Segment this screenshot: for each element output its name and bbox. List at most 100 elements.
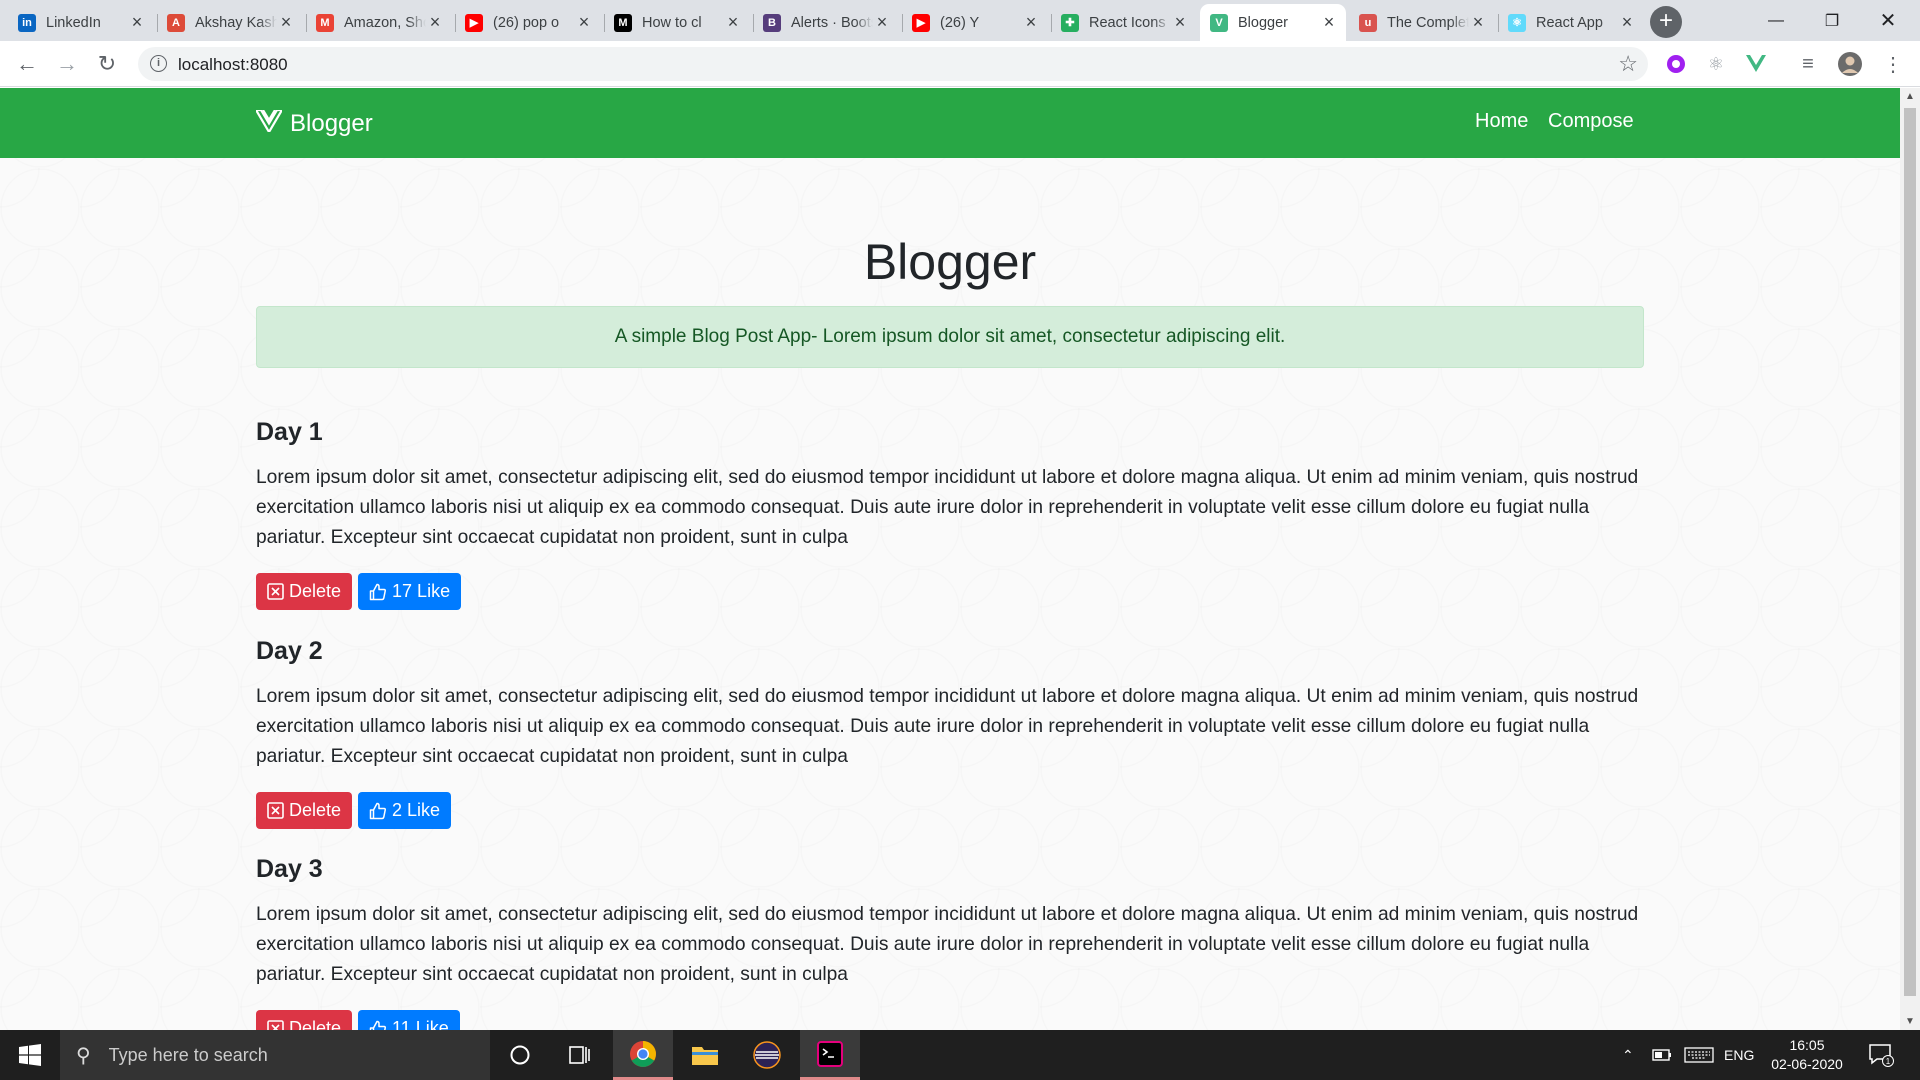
gmail-icon: M — [316, 13, 334, 32]
like-button[interactable]: 11 Like — [358, 1010, 460, 1030]
close-box-icon — [267, 1020, 284, 1030]
thumbs-up-icon — [369, 802, 387, 820]
close-box-icon — [267, 802, 284, 819]
eclipse-icon[interactable] — [737, 1030, 797, 1080]
keyboard-icon[interactable] — [1684, 1030, 1714, 1080]
close-tab-icon[interactable]: × — [1022, 12, 1040, 33]
file-explorer-icon[interactable] — [675, 1030, 735, 1080]
tab-title: React App — [1536, 14, 1603, 31]
close-tab-icon[interactable]: × — [873, 12, 891, 33]
browser-tab[interactable]: V Blogger × — [1200, 4, 1346, 41]
browser-tab[interactable]: ⚛ React App × — [1498, 4, 1644, 41]
profile-avatar[interactable] — [1837, 51, 1863, 77]
close-tab-icon[interactable]: × — [426, 12, 444, 33]
cortana-icon[interactable] — [490, 1030, 550, 1080]
post-body: Lorem ipsum dolor sit amet, consectetur … — [256, 904, 1639, 985]
tab-title: Akshay Kashyap — [195, 14, 277, 31]
nav-compose-link[interactable]: Compose — [1548, 110, 1634, 133]
navbar-brand[interactable]: Blogger — [254, 108, 373, 139]
nav-home-link[interactable]: Home — [1475, 110, 1528, 133]
post-card: Day 2 Lorem ipsum dolor sit amet, consec… — [256, 637, 1644, 829]
system-clock[interactable]: 16:05 02-06-2020 — [1766, 1036, 1848, 1074]
browser-tab[interactable]: ▶ (26) pop o × — [455, 4, 601, 41]
taskbar-search-box[interactable]: ⚲ Type here to search — [60, 1030, 490, 1080]
windows-taskbar: ⚲ Type here to search ⌃ ENG 16:05 02-06-… — [0, 1030, 1920, 1080]
udemy-icon: u — [1359, 13, 1377, 32]
browser-tab[interactable]: M Amazon, Shopping× — [306, 4, 452, 41]
delete-button[interactable]: Delete — [256, 573, 353, 610]
show-hidden-icons-icon[interactable]: ⌃ — [1622, 1030, 1634, 1080]
vue-logo-icon — [254, 108, 284, 139]
close-tab-icon[interactable]: × — [277, 12, 295, 33]
browser-tab[interactable]: in LinkedIn × — [8, 4, 154, 41]
post-card: Day 3 Lorem ipsum dolor sit amet, consec… — [256, 855, 1644, 1030]
react-devtools-icon[interactable]: ⚛ — [1703, 51, 1729, 77]
tab-title: React Icons — [1089, 14, 1166, 31]
thumbs-up-icon — [369, 583, 387, 601]
new-tab-button[interactable]: + — [1650, 6, 1682, 38]
search-icon: ⚲ — [76, 1044, 91, 1067]
browser-tab[interactable]: A Akshay Kashyap× — [157, 4, 303, 41]
delete-button[interactable]: Delete — [256, 1010, 353, 1030]
reload-button[interactable]: ↻ — [90, 47, 124, 81]
close-tab-icon[interactable]: × — [128, 12, 146, 33]
delete-label: Delete — [289, 1018, 342, 1030]
delete-button[interactable]: Delete — [256, 792, 353, 829]
back-button[interactable]: ← — [10, 47, 44, 81]
thumbs-up-icon — [369, 1020, 387, 1030]
notifications-icon[interactable]: 1 — [1868, 1030, 1894, 1080]
post-body: Lorem ipsum dolor sit amet, consectetur … — [256, 467, 1639, 548]
react-icons-icon: ✚ — [1061, 13, 1079, 32]
task-view-icon[interactable] — [550, 1030, 610, 1080]
info-icon[interactable]: i — [150, 55, 167, 72]
close-tab-icon[interactable]: × — [1618, 12, 1636, 33]
close-tab-icon[interactable]: × — [1320, 12, 1338, 33]
like-button[interactable]: 17 Like — [358, 573, 462, 610]
close-tab-icon[interactable]: × — [724, 12, 742, 33]
vue-devtools-icon[interactable] — [1743, 51, 1769, 77]
minimize-button[interactable]: — — [1748, 0, 1804, 41]
browser-menu-icon[interactable]: ⋮ — [1880, 51, 1906, 77]
windows-start-button[interactable] — [0, 1030, 60, 1080]
close-window-button[interactable]: ✕ — [1860, 0, 1916, 41]
bookmark-star-icon[interactable]: ☆ — [1618, 51, 1638, 77]
post-title: Day 3 — [256, 855, 323, 883]
battery-icon[interactable] — [1652, 1030, 1672, 1080]
terminal-icon[interactable] — [800, 1030, 860, 1080]
close-tab-icon[interactable]: × — [575, 12, 593, 33]
browser-tab[interactable]: ✚ React Icons × — [1051, 4, 1197, 41]
address-url: localhost:8080 — [178, 55, 288, 74]
scroll-down-arrow-icon[interactable]: ▼ — [1900, 1016, 1920, 1027]
maximize-button[interactable]: ❐ — [1804, 0, 1860, 41]
forward-button[interactable]: → — [50, 47, 84, 81]
page-scrollbar[interactable]: ▲ ▼ — [1900, 88, 1920, 1030]
bootstrap-icon: B — [763, 13, 781, 32]
post-title: Day 2 — [256, 637, 323, 665]
address-bar[interactable]: i localhost:8080 ☆ — [138, 47, 1648, 81]
browser-tab[interactable]: ▶ (26) Y × — [902, 4, 1048, 41]
like-button[interactable]: 2 Like — [358, 792, 452, 829]
browser-tab[interactable]: u The Complete × — [1349, 4, 1495, 41]
search-placeholder: Type here to search — [108, 1044, 268, 1065]
vue-icon: V — [1210, 13, 1228, 32]
close-tab-icon[interactable]: × — [1171, 12, 1189, 33]
chrome-taskbar-icon[interactable] — [613, 1030, 673, 1080]
media-controls-icon[interactable]: ≡ — [1795, 51, 1821, 77]
react-icon: ⚛ — [1508, 13, 1526, 32]
scrollbar-thumb[interactable] — [1904, 108, 1916, 996]
extension-icon[interactable] — [1663, 51, 1689, 77]
browser-toolbar: ← → ↻ i localhost:8080 ☆ ⚛ ≡ ⋮ — [0, 41, 1920, 87]
scroll-up-arrow-icon[interactable]: ▲ — [1900, 91, 1920, 102]
close-tab-icon[interactable]: × — [1469, 12, 1487, 33]
like-label: 11 Like — [392, 1018, 449, 1030]
delete-label: Delete — [289, 800, 342, 820]
page-title: Blogger — [863, 234, 1037, 290]
browser-tab[interactable]: B Alerts · Bootstrap× — [753, 4, 899, 41]
language-indicator[interactable]: ENG — [1724, 1030, 1754, 1080]
youtube-icon: ▶ — [912, 13, 930, 32]
youtube-icon: ▶ — [465, 13, 483, 32]
tab-title: (26) pop o — [493, 14, 560, 31]
browser-tab[interactable]: M How to cl × — [604, 4, 750, 41]
tab-title: LinkedIn — [46, 14, 101, 31]
page-viewport: Blogger Home Compose Blogger A simple Bl… — [0, 88, 1900, 1030]
